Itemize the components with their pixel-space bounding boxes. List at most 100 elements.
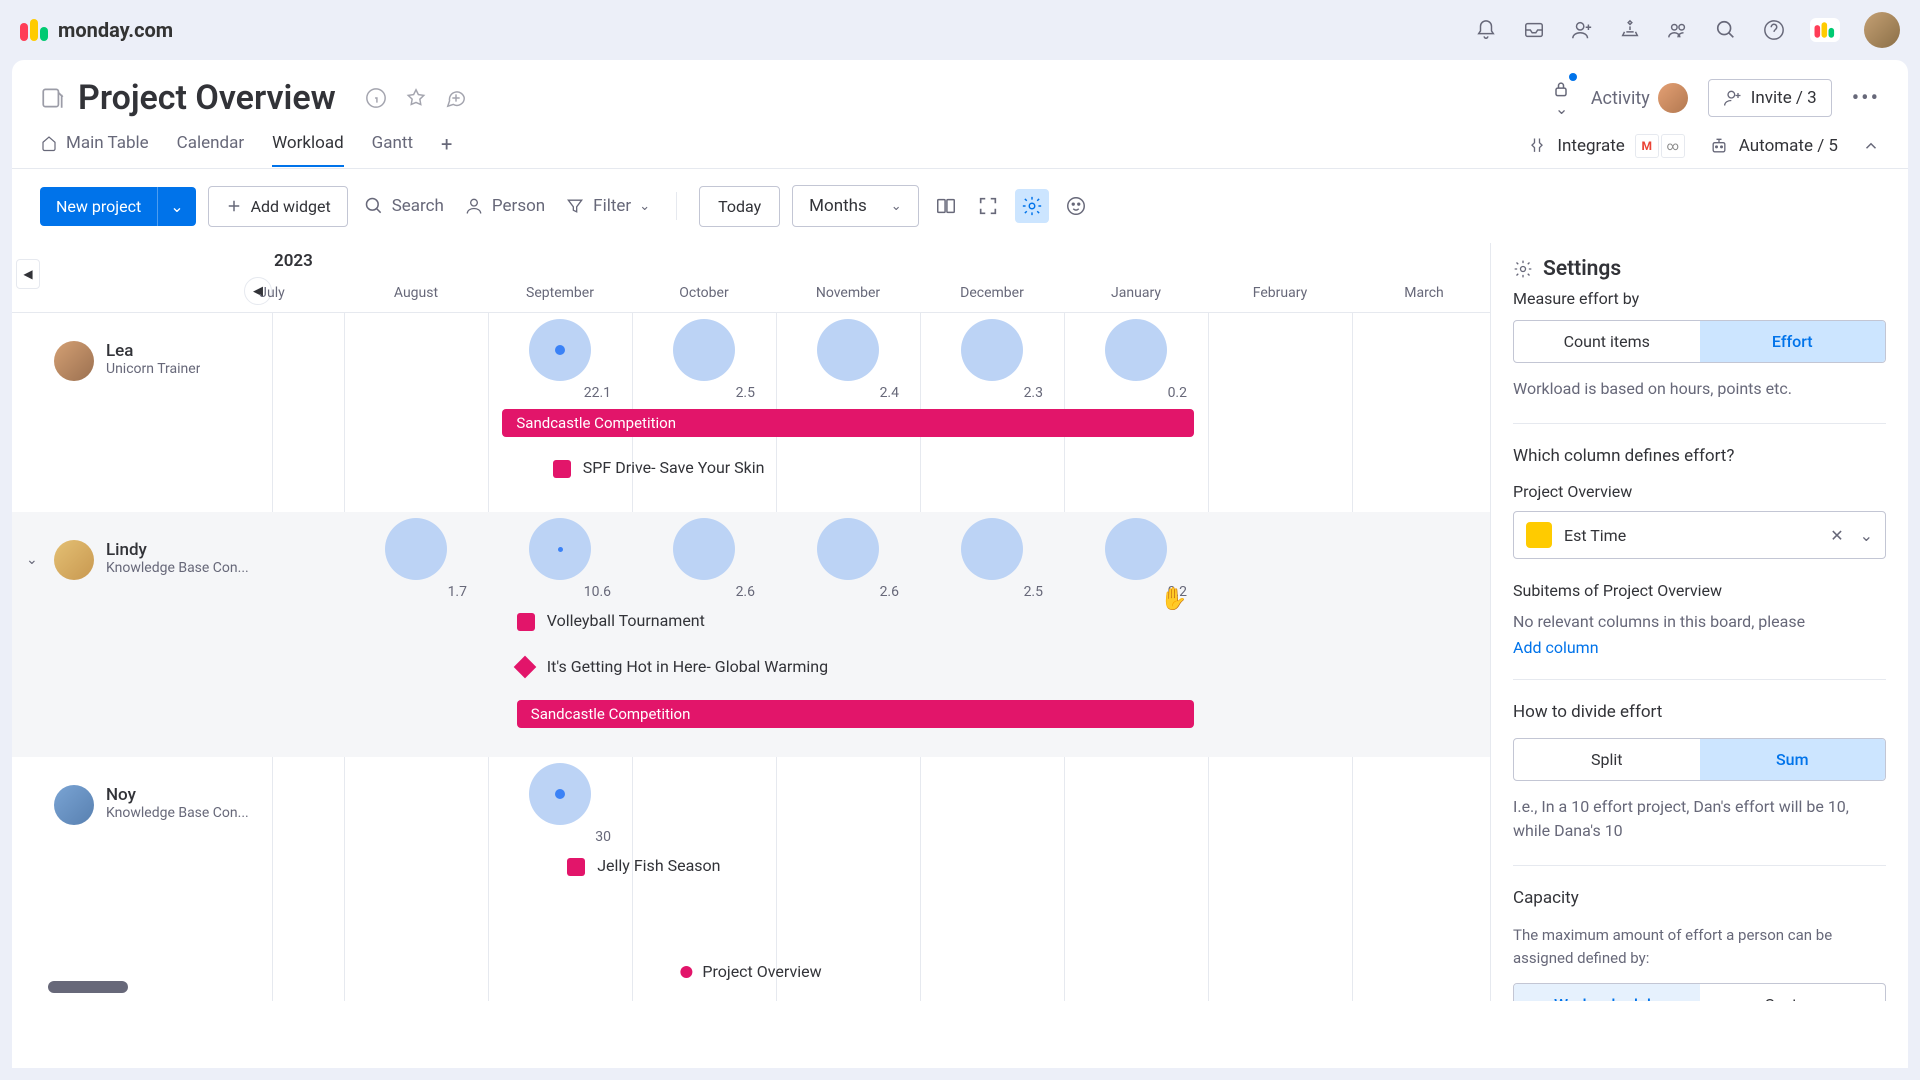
person-name: Noy — [106, 785, 249, 805]
user-avatar[interactable] — [1864, 12, 1900, 48]
discussion-icon[interactable] — [444, 86, 468, 110]
search-button[interactable]: Search — [360, 188, 448, 224]
title-wrap: Project Overview — [40, 78, 468, 118]
project-marker[interactable] — [513, 656, 536, 679]
tab-workload[interactable]: Workload — [272, 133, 344, 167]
person-avatar — [54, 341, 94, 381]
project-label: Volleyball Tournament — [547, 611, 705, 630]
workload-bubble[interactable] — [817, 518, 879, 580]
range-select[interactable]: Months ⌄ — [792, 185, 919, 227]
divide-sum[interactable]: Sum — [1700, 739, 1886, 780]
plus-icon — [225, 197, 243, 215]
baseline-icon[interactable] — [931, 187, 961, 225]
add-column-link[interactable]: Add column — [1513, 638, 1886, 657]
divide-split[interactable]: Split — [1514, 739, 1700, 780]
home-icon — [40, 134, 58, 152]
privacy-toggle[interactable]: ⌄ — [1551, 79, 1571, 118]
workload-bubble[interactable] — [1105, 319, 1167, 381]
notifications-icon[interactable] — [1474, 18, 1498, 42]
favorite-icon[interactable] — [404, 86, 428, 110]
project-bar[interactable]: Sandcastle Competition — [517, 700, 1194, 728]
project-label: It's Getting Hot in Here- Global Warming — [547, 657, 828, 676]
chat-icon[interactable] — [1061, 187, 1091, 225]
info-icon[interactable] — [364, 86, 388, 110]
help-icon[interactable] — [1762, 18, 1786, 42]
month-october: October — [654, 285, 754, 301]
tab-main-table[interactable]: Main Table — [40, 133, 149, 167]
activity-avatar — [1658, 83, 1688, 113]
workload-bubble[interactable] — [961, 518, 1023, 580]
activity-label: Activity — [1591, 88, 1650, 109]
robot-icon — [1709, 136, 1729, 156]
person-role: Knowledge Base Con... — [106, 560, 249, 576]
integrate-icon — [1527, 136, 1547, 156]
invite-button[interactable]: Invite / 3 — [1708, 79, 1832, 117]
filter-button[interactable]: Filter ⌄ — [561, 188, 654, 224]
gear-icon — [1513, 259, 1533, 279]
legend-dot-icon — [680, 966, 692, 978]
gmail-integration-icon: M — [1635, 134, 1659, 158]
inbox-icon[interactable] — [1522, 18, 1546, 42]
horizontal-scrollbar[interactable] — [48, 981, 128, 993]
logo[interactable]: monday.com — [20, 18, 173, 42]
add-widget-button[interactable]: Add widget — [208, 186, 348, 227]
month-march: March — [1374, 285, 1474, 301]
activity-button[interactable]: Activity — [1591, 83, 1688, 113]
teams-icon[interactable] — [1666, 18, 1690, 42]
automate-button[interactable]: Automate / 5 — [1709, 136, 1838, 156]
project-marker[interactable] — [553, 460, 571, 478]
project-bar[interactable]: Sandcastle Competition — [502, 409, 1193, 437]
settings-icon[interactable] — [1015, 189, 1049, 223]
new-project-dropdown[interactable]: ⌄ — [157, 187, 195, 226]
divide-hint: I.e., In a 10 effort project, Dan's effo… — [1513, 795, 1886, 843]
more-menu-icon[interactable]: ••• — [1852, 86, 1880, 111]
workload-timeline: ◀ ◀ 2023 JulyAugustSeptemberOctoberNovem… — [12, 243, 1490, 1001]
integrate-button[interactable]: Integrate M ∞ — [1527, 134, 1684, 158]
bubble-value: 2.5 — [993, 584, 1043, 600]
numbers-column-icon — [1526, 522, 1552, 548]
collapse-header-icon[interactable] — [1862, 137, 1880, 155]
apps-icon[interactable] — [1618, 18, 1642, 42]
measure-count-items[interactable]: Count items — [1514, 321, 1700, 362]
bubble-value: 2.3 — [993, 385, 1043, 401]
workload-bubble[interactable] — [817, 319, 879, 381]
search-icon — [364, 196, 384, 216]
add-tab-button[interactable]: + — [441, 132, 452, 168]
products-icon[interactable] — [1810, 18, 1840, 42]
project-marker[interactable] — [517, 613, 535, 631]
month-july: July — [222, 285, 322, 301]
workload-bubble[interactable] — [673, 319, 735, 381]
tab-gantt[interactable]: Gantt — [372, 133, 413, 167]
effort-column-select[interactable]: Est Time ✕ ⌄ — [1513, 511, 1886, 559]
bubble-dot-icon — [555, 345, 565, 355]
brand-text: monday.com — [58, 18, 173, 42]
invite-icon[interactable] — [1570, 18, 1594, 42]
person-role: Unicorn Trainer — [106, 361, 200, 377]
month-february: February — [1230, 285, 1330, 301]
tab-calendar[interactable]: Calendar — [177, 133, 244, 167]
fullscreen-icon[interactable] — [973, 187, 1003, 225]
new-project-button[interactable]: New project ⌄ — [40, 187, 196, 226]
collapse-sidebar-icon[interactable]: ◀ — [16, 259, 40, 289]
bubble-value: 1.7 — [417, 584, 467, 600]
workload-bubble[interactable] — [961, 319, 1023, 381]
chevron-down-icon[interactable]: ⌄ — [1860, 526, 1873, 545]
workload-bubble[interactable] — [1105, 518, 1167, 580]
workload-bubble[interactable] — [385, 518, 447, 580]
measure-effort[interactable]: Effort — [1700, 321, 1886, 362]
workload-bubble[interactable] — [673, 518, 735, 580]
divide-segmented: Split Sum — [1513, 738, 1886, 781]
today-button[interactable]: Today — [699, 186, 780, 227]
clear-icon[interactable]: ✕ — [1830, 526, 1843, 545]
capacity-custom[interactable]: Custom — [1700, 984, 1886, 1001]
subitems-hint: No relevant columns in this board, pleas… — [1513, 610, 1886, 634]
collapse-person-icon[interactable]: ⌄ — [26, 552, 42, 568]
project-marker[interactable] — [567, 858, 585, 876]
person-row: ⌄LindyKnowledge Base Con...1.710.62.62.6… — [12, 512, 1490, 757]
page-title: Project Overview — [78, 78, 336, 118]
project-label: Jelly Fish Season — [597, 856, 720, 875]
capacity-work-schedule[interactable]: Work schedule — [1514, 984, 1700, 1001]
person-role: Knowledge Base Con... — [106, 805, 249, 821]
search-icon[interactable] — [1714, 18, 1738, 42]
person-filter-button[interactable]: Person — [460, 188, 549, 224]
